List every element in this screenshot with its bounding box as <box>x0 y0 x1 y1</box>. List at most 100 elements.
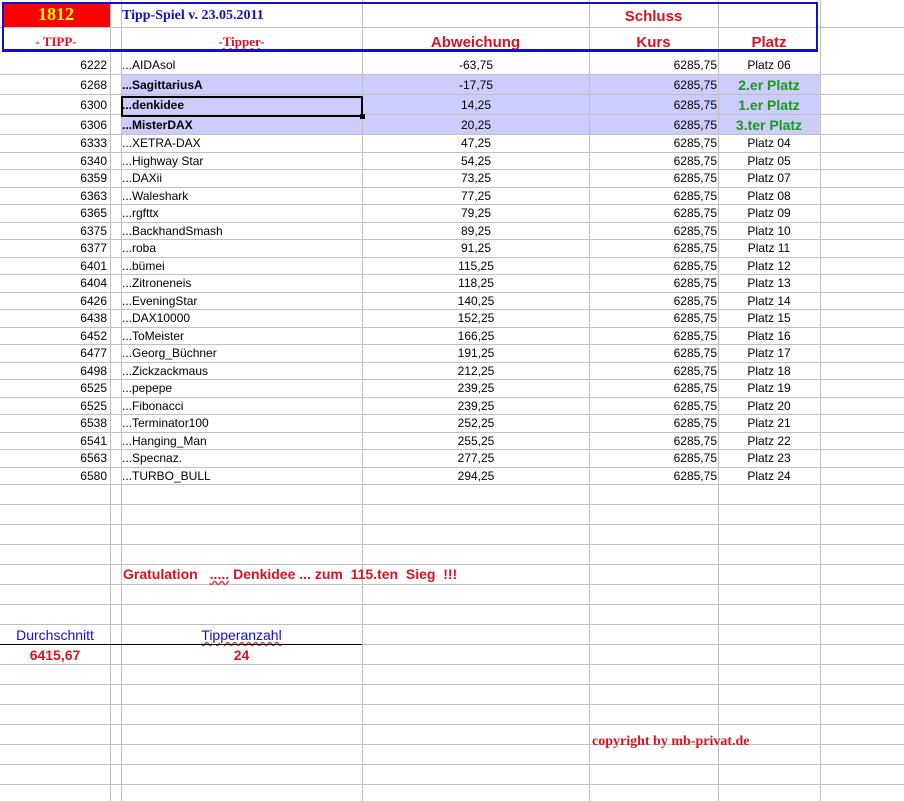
table-row[interactable]: 6333 ...XETRA-DAX 47,25 6285,75 Platz 04 <box>0 135 904 153</box>
table-row[interactable]: 6401 ...bümei 115,25 6285,75 Platz 12 <box>0 258 904 275</box>
abweichung-value[interactable]: 73,25 <box>363 170 589 187</box>
tipper-name[interactable]: ...roba <box>122 240 360 257</box>
kurs-value[interactable]: 6285,75 <box>590 75 717 94</box>
kurs-value[interactable]: 6285,75 <box>590 450 717 467</box>
platz-value[interactable]: Platz 05 <box>719 153 819 170</box>
platz-value[interactable]: Platz 13 <box>719 275 819 292</box>
tipp-value[interactable]: 6222 <box>0 55 107 74</box>
tipper-name[interactable]: ...pepepe <box>122 380 360 397</box>
tipper-name[interactable]: ...TURBO_BULL <box>122 468 360 485</box>
tipp-value[interactable]: 6404 <box>0 275 107 292</box>
abweichung-value[interactable]: 118,25 <box>363 275 589 292</box>
tipp-value[interactable]: 6365 <box>0 205 107 222</box>
abweichung-value[interactable]: 277,25 <box>363 450 589 467</box>
kurs-value[interactable]: 6285,75 <box>590 240 717 257</box>
table-row[interactable]: 6426 ...EveningStar 140,25 6285,75 Platz 14 <box>0 293 904 310</box>
kurs-value[interactable]: 6285,75 <box>590 398 717 415</box>
platz-value[interactable]: Platz 21 <box>719 415 819 432</box>
kurs-value[interactable]: 6285,75 <box>590 95 717 114</box>
tipper-name[interactable]: ...Georg_Büchner <box>122 345 360 362</box>
table-row[interactable]: 6525 ...Fibonacci 239,25 6285,75 Platz 20 <box>0 398 904 415</box>
tipp-value[interactable]: 6300 <box>0 95 107 114</box>
table-row[interactable]: 6563 ...Specnaz. 277,25 6285,75 Platz 23 <box>0 450 904 468</box>
abweichung-value[interactable]: 166,25 <box>363 328 589 345</box>
platz-value[interactable]: Platz 08 <box>719 188 819 205</box>
tipp-value[interactable]: 6426 <box>0 293 107 310</box>
abweichung-value[interactable]: 20,25 <box>363 115 589 134</box>
tipper-name[interactable]: ...bümei <box>122 258 360 275</box>
platz-value[interactable]: Platz 11 <box>719 240 819 257</box>
tipper-name[interactable]: ...Waleshark <box>122 188 360 205</box>
tipper-name[interactable]: ...Hanging_Man <box>122 433 360 450</box>
kurs-value[interactable]: 6285,75 <box>590 328 717 345</box>
tipper-name[interactable]: ...XETRA-DAX <box>122 135 360 152</box>
selected-cell[interactable] <box>121 96 363 117</box>
tipp-value[interactable]: 6525 <box>0 380 107 397</box>
kurs-value[interactable]: 6285,75 <box>590 153 717 170</box>
platz-value[interactable]: 1.er Platz <box>719 95 819 114</box>
tipper-name[interactable]: ...Specnaz. <box>122 450 360 467</box>
tipp-value[interactable]: 6525 <box>0 398 107 415</box>
table-row[interactable]: 6580 ...TURBO_BULL 294,25 6285,75 Platz 24 <box>0 468 904 485</box>
tipper-name[interactable]: ...EveningStar <box>122 293 360 310</box>
table-row[interactable]: 6525 ...pepepe 239,25 6285,75 Platz 19 <box>0 380 904 398</box>
abweichung-value[interactable]: 255,25 <box>363 433 589 450</box>
tipper-name[interactable]: ...Zickzackmaus <box>122 363 360 380</box>
platz-value[interactable]: 3.ter Platz <box>719 115 819 134</box>
table-row[interactable]: 6377 ...roba 91,25 6285,75 Platz 11 <box>0 240 904 258</box>
kurs-value[interactable]: 6285,75 <box>590 223 717 240</box>
tipper-name[interactable]: ...BackhandSmash <box>122 223 360 240</box>
tipper-name[interactable]: ...AIDAsol <box>122 55 360 74</box>
tipper-name[interactable]: ...Terminator100 <box>122 415 360 432</box>
abweichung-value[interactable]: 239,25 <box>363 380 589 397</box>
tipp-value[interactable]: 6375 <box>0 223 107 240</box>
table-row[interactable]: 6359 ...DAXii 73,25 6285,75 Platz 07 <box>0 170 904 188</box>
tipp-value[interactable]: 6438 <box>0 310 107 327</box>
platz-value[interactable]: Platz 06 <box>719 55 819 74</box>
tipp-value[interactable]: 6498 <box>0 363 107 380</box>
abweichung-value[interactable]: 14,25 <box>363 95 589 114</box>
platz-value[interactable]: Platz 22 <box>719 433 819 450</box>
tipp-value[interactable]: 6340 <box>0 153 107 170</box>
tipp-value[interactable]: 6377 <box>0 240 107 257</box>
abweichung-value[interactable]: -63,75 <box>363 55 589 74</box>
kurs-value[interactable]: 6285,75 <box>590 205 717 222</box>
abweichung-value[interactable]: 77,25 <box>363 188 589 205</box>
tipp-value[interactable]: 6541 <box>0 433 107 450</box>
tipp-value[interactable]: 6477 <box>0 345 107 362</box>
tipper-name[interactable]: ...Zitroneneis <box>122 275 360 292</box>
spreadsheet[interactable]: 6222 ...AIDAsol -63,75 6285,75 Platz 06 6268.… <box>0 0 904 801</box>
platz-value[interactable]: Platz 14 <box>719 293 819 310</box>
tipper-name[interactable]: ...ToMeister <box>122 328 360 345</box>
tipper-name[interactable]: ...DAX10000 <box>122 310 360 327</box>
tipp-value[interactable]: 6401 <box>0 258 107 275</box>
kurs-value[interactable]: 6285,75 <box>590 310 717 327</box>
kurs-value[interactable]: 6285,75 <box>590 275 717 292</box>
fill-handle[interactable] <box>360 114 365 119</box>
abweichung-value[interactable]: 115,25 <box>363 258 589 275</box>
platz-value[interactable]: Platz 04 <box>719 135 819 152</box>
kurs-value[interactable]: 6285,75 <box>590 115 717 134</box>
platz-value[interactable]: Platz 23 <box>719 450 819 467</box>
abweichung-value[interactable]: -17,75 <box>363 75 589 94</box>
kurs-value[interactable]: 6285,75 <box>590 345 717 362</box>
platz-value[interactable]: Platz 18 <box>719 363 819 380</box>
platz-value[interactable]: 2.er Platz <box>719 75 819 94</box>
platz-value[interactable]: Platz 16 <box>719 328 819 345</box>
tipp-value[interactable]: 6563 <box>0 450 107 467</box>
abweichung-value[interactable]: 91,25 <box>363 240 589 257</box>
platz-value[interactable]: Platz 12 <box>719 258 819 275</box>
tipp-value[interactable]: 6268 <box>0 75 107 94</box>
platz-value[interactable]: Platz 17 <box>719 345 819 362</box>
table-row[interactable]: 6538 ...Terminator100 252,25 6285,75 Platz 2… <box>0 415 904 433</box>
tipp-value[interactable]: 6363 <box>0 188 107 205</box>
platz-value[interactable]: Platz 19 <box>719 380 819 397</box>
tipper-name[interactable]: ...Fibonacci <box>122 398 360 415</box>
abweichung-value[interactable]: 191,25 <box>363 345 589 362</box>
table-row[interactable]: 6438 ...DAX10000 152,25 6285,75 Platz 15 <box>0 310 904 328</box>
kurs-value[interactable]: 6285,75 <box>590 55 717 74</box>
table-row[interactable]: 6340 ...Highway Star 54,25 6285,75 Platz 05 <box>0 153 904 170</box>
table-row[interactable]: 6222 ...AIDAsol -63,75 6285,75 Platz 06 <box>0 55 904 75</box>
kurs-value[interactable]: 6285,75 <box>590 380 717 397</box>
abweichung-value[interactable]: 140,25 <box>363 293 589 310</box>
